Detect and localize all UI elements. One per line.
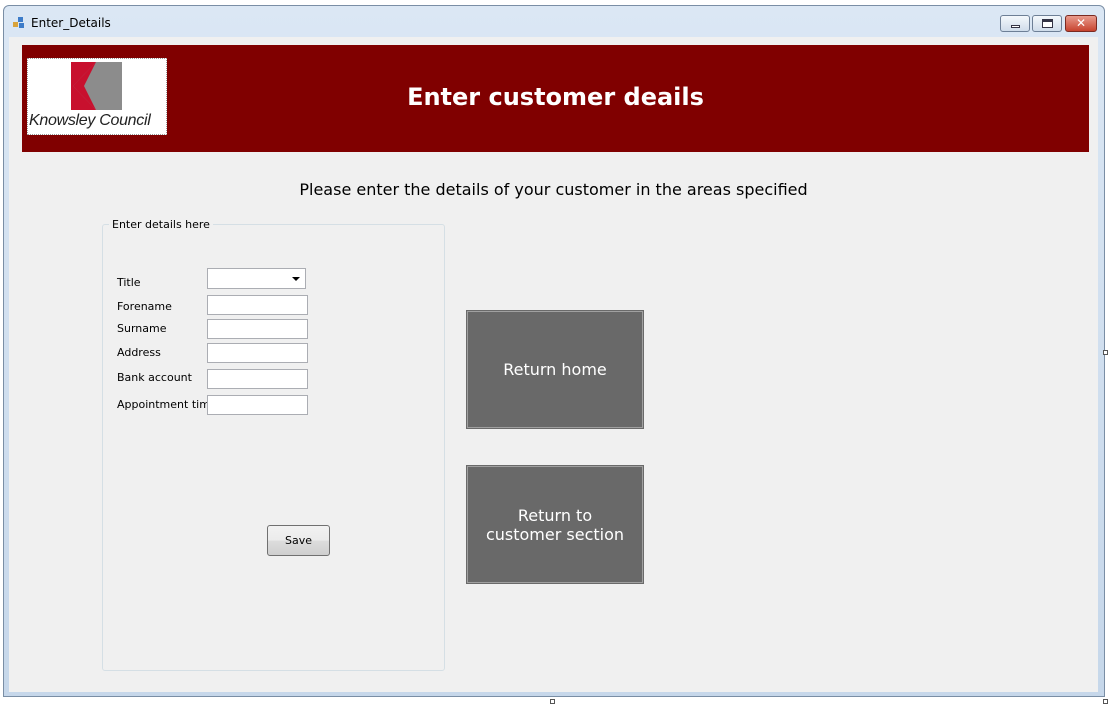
- bank-account-label: Bank account: [117, 371, 192, 384]
- details-groupbox-legend: Enter details here: [109, 218, 213, 231]
- designer-resize-handle-bottom[interactable]: [550, 699, 555, 704]
- form-client-area: Knowsley Council Enter customer deails P…: [9, 37, 1098, 692]
- designer-resize-handle-corner[interactable]: [1103, 699, 1108, 704]
- details-groupbox: [102, 224, 445, 671]
- appointment-time-label: Appointment time: [117, 398, 217, 411]
- maximize-button[interactable]: [1032, 15, 1062, 32]
- minimize-icon: [1011, 25, 1020, 28]
- header-banner: Knowsley Council Enter customer deails: [22, 45, 1089, 152]
- application-window: Enter_Details ✕ Knowsley Council Enter c…: [3, 5, 1105, 697]
- surname-input[interactable]: [207, 319, 308, 339]
- surname-label: Surname: [117, 322, 167, 335]
- return-customer-section-label: Return to customer section: [485, 505, 625, 544]
- form-icon: [13, 17, 25, 28]
- close-icon: ✕: [1075, 16, 1087, 30]
- minimize-button[interactable]: [1000, 15, 1030, 32]
- forename-input[interactable]: [207, 295, 308, 315]
- save-button[interactable]: Save: [267, 525, 330, 556]
- chevron-down-icon[interactable]: [292, 277, 300, 281]
- address-label: Address: [117, 346, 161, 359]
- page-title: Enter customer deails: [407, 83, 704, 111]
- close-button[interactable]: ✕: [1065, 15, 1097, 32]
- designer-resize-handle-right[interactable]: [1103, 350, 1108, 355]
- bank-account-input[interactable]: [207, 369, 308, 389]
- title-dropdown[interactable]: [207, 268, 306, 289]
- appointment-time-input[interactable]: [207, 395, 308, 415]
- address-input[interactable]: [207, 343, 308, 363]
- title-label: Title: [117, 276, 141, 289]
- window-title: Enter_Details: [31, 16, 111, 30]
- instruction-text: Please enter the details of your custome…: [299, 180, 808, 199]
- maximize-icon: [1042, 19, 1053, 28]
- return-home-button[interactable]: Return home: [466, 310, 644, 429]
- return-home-label: Return home: [503, 360, 607, 379]
- council-logo-text: Knowsley Council: [29, 112, 151, 129]
- forename-label: Forename: [117, 300, 172, 313]
- return-customer-section-button[interactable]: Return to customer section: [466, 465, 644, 584]
- title-bar[interactable]: Enter_Details ✕: [4, 6, 1104, 36]
